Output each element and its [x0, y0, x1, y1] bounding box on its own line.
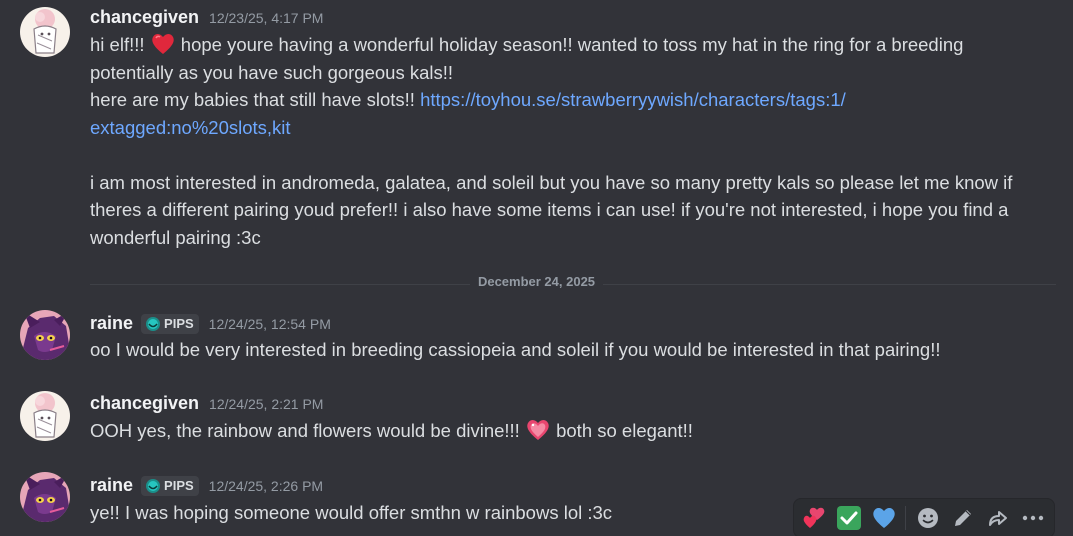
message-header: chancegiven 12/23/25, 4:17 PM	[90, 7, 323, 28]
message-text: hope youre having a wonderful holiday se…	[175, 34, 964, 55]
message-text: i am most interested in andromeda, galat…	[90, 171, 1013, 193]
check-mark-icon[interactable]	[833, 502, 864, 534]
avatar-image	[20, 310, 70, 360]
message-text: both so elegant!!	[550, 420, 693, 441]
message-text: theres a different pairing youd prefer!!…	[90, 199, 1009, 220]
message-actions-toolbar	[793, 498, 1055, 536]
red-heart-emoji-icon[interactable]	[150, 32, 176, 56]
toyhouse-link[interactable]: https://toyhou.se/strawberryywish/charac…	[420, 89, 846, 110]
avatar[interactable]	[20, 391, 70, 441]
server-tag[interactable]: PIPS	[141, 313, 199, 334]
toolbar-separator	[905, 506, 906, 530]
pips-badge-icon	[146, 478, 161, 493]
avatar[interactable]	[20, 7, 70, 57]
username[interactable]: chancegiven	[90, 7, 199, 28]
avatar-image	[20, 7, 70, 57]
toyhouse-link-continued[interactable]: extagged:no%20slots,kit	[90, 114, 1050, 142]
forward-icon[interactable]	[982, 502, 1013, 534]
username[interactable]: chancegiven	[90, 393, 199, 414]
avatar[interactable]	[20, 472, 70, 522]
avatar-image	[20, 472, 70, 522]
message-content: hi elf!!! hope youre having a wonderful …	[90, 31, 1050, 251]
date-divider-line	[90, 284, 1056, 285]
message-content: OOH yes, the rainbow and flowers would b…	[90, 417, 1050, 445]
blue-heart-icon[interactable]	[868, 502, 899, 534]
message-1: chancegiven 12/23/25, 4:17 PM hi elf!!! …	[0, 0, 1073, 260]
date-divider: December 24, 2025	[0, 274, 1073, 289]
message-text: potentially as you have such gorgeous ka…	[90, 61, 454, 83]
emoji-icon[interactable]	[912, 502, 943, 534]
sparkling-heart-emoji-icon[interactable]	[525, 418, 551, 442]
username[interactable]: raine	[90, 475, 133, 496]
message-header: raine PIPS 12/24/25, 12:54 PM	[90, 313, 331, 334]
chat-messages: chancegiven 12/23/25, 4:17 PM hi elf!!! …	[0, 0, 1073, 536]
message-content: oo I would be very interested in breedin…	[90, 336, 1050, 364]
timestamp[interactable]: 12/23/25, 4:17 PM	[209, 10, 323, 26]
message-header: chancegiven 12/24/25, 2:21 PM	[90, 393, 323, 414]
message-text: oo I would be very interested in breedin…	[90, 339, 941, 360]
message-text: wonderful pairing :3c	[90, 226, 261, 248]
message-3: chancegiven 12/24/25, 2:21 PM OOH yes, t…	[0, 381, 1073, 451]
message-2: raine PIPS 12/24/25, 12:54 PM oo I would…	[0, 300, 1073, 370]
pencil-icon[interactable]	[947, 502, 978, 534]
username[interactable]: raine	[90, 313, 133, 334]
message-text: here are my babies that still have slots…	[90, 89, 421, 110]
tag-label: PIPS	[164, 478, 194, 493]
pips-badge-icon	[146, 316, 161, 331]
avatar[interactable]	[20, 310, 70, 360]
message-header: raine PIPS 12/24/25, 2:26 PM	[90, 475, 323, 496]
more-icon[interactable]	[1017, 502, 1048, 534]
message-text: hi elf!!!	[90, 34, 150, 55]
timestamp[interactable]: 12/24/25, 12:54 PM	[209, 316, 331, 332]
two-hearts-icon[interactable]	[798, 502, 829, 534]
timestamp[interactable]: 12/24/25, 2:21 PM	[209, 396, 323, 412]
avatar-image	[20, 391, 70, 441]
date-divider-label: December 24, 2025	[469, 274, 604, 289]
tag-label: PIPS	[164, 316, 194, 331]
timestamp[interactable]: 12/24/25, 2:26 PM	[209, 478, 323, 494]
message-text: OOH yes, the rainbow and flowers would b…	[90, 420, 525, 441]
server-tag[interactable]: PIPS	[141, 475, 199, 496]
